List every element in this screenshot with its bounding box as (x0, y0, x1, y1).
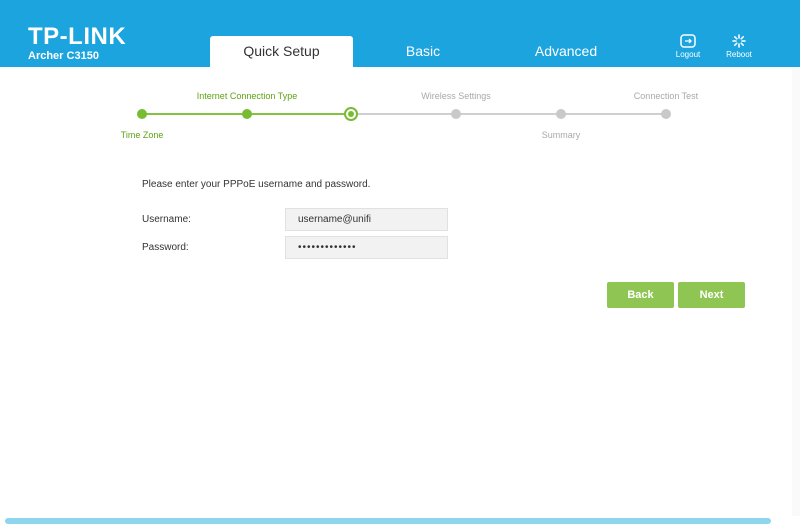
model-name: Archer C3150 (28, 50, 99, 62)
step-dot-connection-test (661, 109, 671, 119)
logout-icon (666, 34, 710, 48)
username-input[interactable]: username@unifi (285, 208, 448, 231)
vertical-scrollbar[interactable] (792, 67, 800, 516)
username-label: Username: (142, 214, 191, 225)
horizontal-scrollbar[interactable] (5, 518, 771, 524)
next-button[interactable]: Next (678, 282, 745, 308)
step-label-summary: Summary (541, 130, 581, 140)
step-dot-current (344, 107, 358, 121)
step-label-wireless-settings: Wireless Settings (421, 91, 491, 101)
logout-label: Logout (675, 50, 701, 59)
back-button[interactable]: Back (607, 282, 674, 308)
pppoe-instruction: Please enter your PPPoE username and pas… (142, 179, 371, 190)
tab-advanced[interactable]: Advanced (515, 36, 617, 67)
step-dot-internet-connection-type (242, 109, 252, 119)
step-label-time-zone: Time Zone (120, 130, 164, 140)
brand-logo: TP-LINK (28, 23, 127, 50)
progress-track-remaining (351, 113, 666, 115)
top-header: TP-LINK Archer C3150 Quick Setup Basic A… (0, 0, 800, 67)
reboot-icon (717, 34, 761, 48)
tab-quick-setup[interactable]: Quick Setup (210, 36, 353, 67)
logout-button[interactable]: Logout (666, 34, 710, 60)
tab-basic[interactable]: Basic (375, 36, 471, 67)
step-label-connection-test: Connection Test (633, 91, 699, 101)
step-dot-summary (556, 109, 566, 119)
reboot-button[interactable]: Reboot (717, 34, 761, 60)
step-label-internet-connection-type: Internet Connection Type (196, 91, 298, 101)
reboot-label: Reboot (726, 50, 752, 59)
password-input[interactable]: ••••••••••••• (285, 236, 448, 259)
setup-progress: Internet Connection Type Wireless Settin… (0, 67, 800, 157)
step-dot-wireless-settings (451, 109, 461, 119)
brand: TP-LINK Archer C3150 (28, 23, 127, 63)
password-label: Password: (142, 242, 189, 253)
step-dot-time-zone (137, 109, 147, 119)
